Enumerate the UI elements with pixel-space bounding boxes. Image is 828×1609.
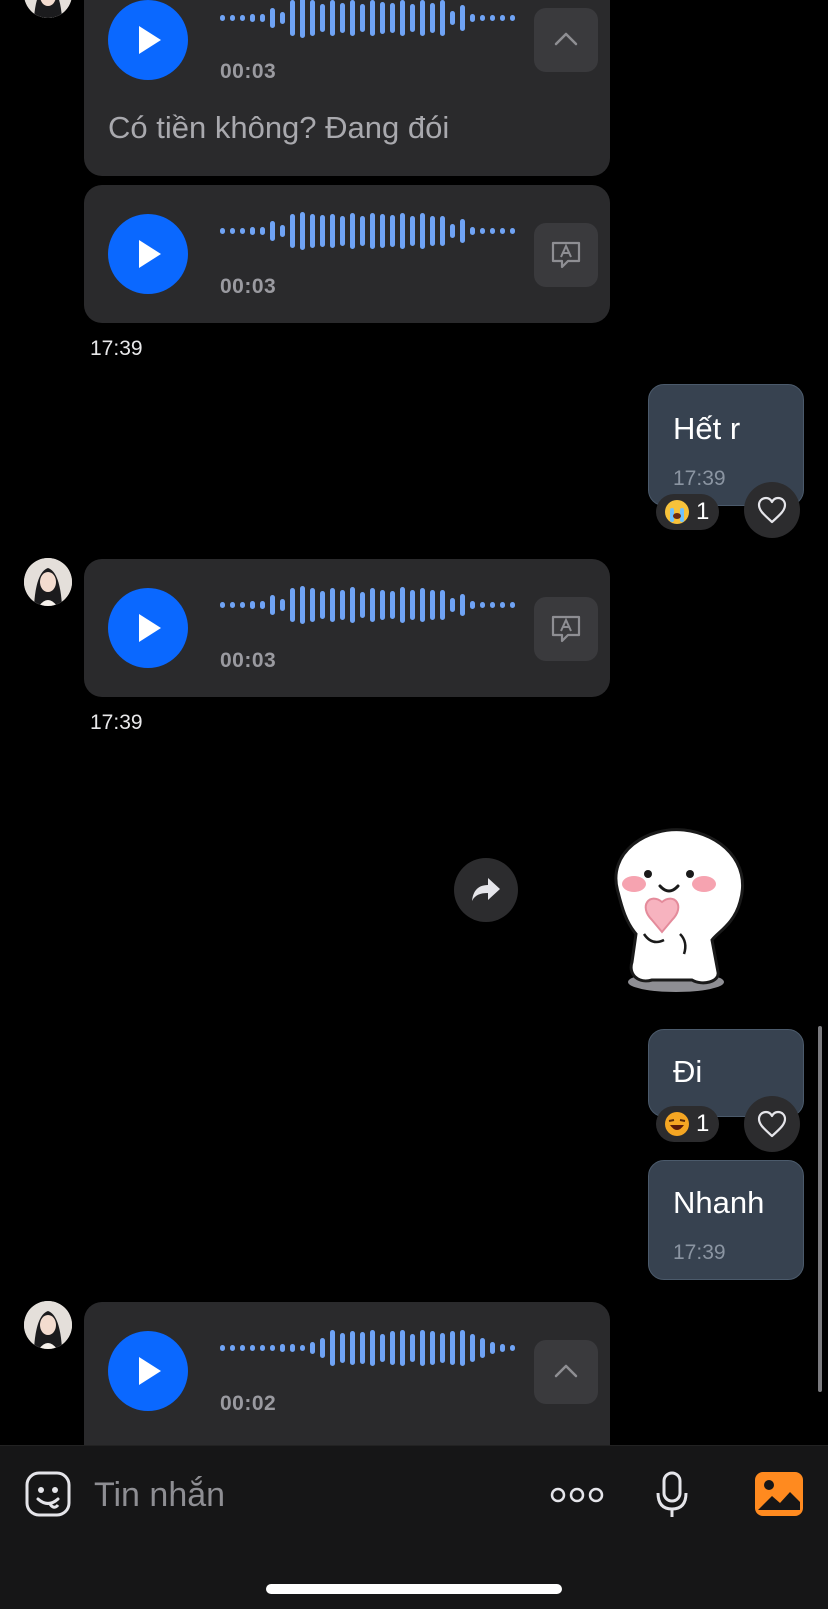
waveform xyxy=(220,209,515,253)
play-button[interactable] xyxy=(108,0,188,80)
heart-icon xyxy=(757,1110,787,1138)
collapse-transcript-button[interactable] xyxy=(534,8,598,72)
reaction-badge[interactable]: 1 xyxy=(656,494,720,530)
mascot-sticker-image xyxy=(614,828,744,992)
react-heart-button[interactable] xyxy=(744,482,800,538)
crying-face-emoji xyxy=(665,500,689,524)
message-input[interactable]: Tin nhắn xyxy=(94,1476,225,1515)
play-button[interactable] xyxy=(108,214,188,294)
scrollbar[interactable] xyxy=(818,1026,822,1392)
transcribe-button[interactable] xyxy=(534,223,598,287)
voice-message-card[interactable]: 00:03 Có tiền không? Đang đói xyxy=(84,0,610,176)
voice-duration: 00:03 xyxy=(220,60,277,83)
photo-button[interactable] xyxy=(754,1470,804,1518)
chevron-up-icon xyxy=(554,1364,578,1378)
voice-message-card[interactable]: 00:03 xyxy=(84,185,610,323)
waveform xyxy=(220,583,515,627)
avatar[interactable] xyxy=(24,558,72,606)
message-text: Nhanh xyxy=(673,1185,765,1220)
play-icon xyxy=(139,614,161,642)
message-text: Đi xyxy=(673,1054,703,1089)
voice-transcript: Có tiền không? Đang đói xyxy=(108,110,450,145)
voice-duration: 00:02 xyxy=(220,1392,277,1415)
more-button[interactable] xyxy=(550,1484,604,1506)
message-timestamp: 17:39 xyxy=(90,711,143,734)
heart-icon xyxy=(757,496,787,524)
react-heart-button[interactable] xyxy=(744,1096,800,1152)
voice-record-button[interactable] xyxy=(655,1471,689,1519)
play-button[interactable] xyxy=(108,1331,188,1411)
avatar[interactable] xyxy=(24,0,72,18)
chevron-up-icon xyxy=(554,32,578,46)
transcribe-button[interactable] xyxy=(534,597,598,661)
play-icon xyxy=(139,240,161,268)
transcribe-icon xyxy=(551,615,581,643)
message-timestamp: 17:39 xyxy=(90,337,143,360)
home-indicator xyxy=(266,1584,562,1594)
outgoing-message[interactable]: Nhanh 17:39 xyxy=(648,1160,804,1280)
avatar[interactable] xyxy=(24,1301,72,1349)
collapse-transcript-button[interactable] xyxy=(534,1340,598,1404)
sticker-icon xyxy=(25,1471,71,1517)
message-time: 17:39 xyxy=(673,1241,726,1264)
play-button[interactable] xyxy=(108,588,188,668)
voice-duration: 00:03 xyxy=(220,649,277,672)
waveform xyxy=(220,0,515,40)
sticker-button[interactable] xyxy=(24,1470,72,1518)
reaction-count: 1 xyxy=(696,1110,710,1137)
sticker[interactable] xyxy=(592,822,756,1000)
play-icon xyxy=(139,26,161,54)
play-icon xyxy=(139,1357,161,1385)
transcribe-icon xyxy=(551,241,581,269)
message-time: 17:39 xyxy=(673,467,726,490)
reaction-count: 1 xyxy=(696,498,710,525)
photo-icon xyxy=(755,1472,803,1516)
more-icon xyxy=(550,1487,604,1503)
forward-icon xyxy=(472,878,500,901)
reaction-badge[interactable]: 1 xyxy=(656,1106,720,1142)
microphone-icon xyxy=(656,1471,688,1517)
message-text: Hết r xyxy=(673,411,741,446)
waveform xyxy=(220,1326,515,1370)
voice-message-card[interactable]: 00:03 xyxy=(84,559,610,697)
voice-duration: 00:03 xyxy=(220,275,277,298)
forward-button[interactable] xyxy=(454,858,518,922)
laughing-face-emoji xyxy=(665,1112,689,1136)
